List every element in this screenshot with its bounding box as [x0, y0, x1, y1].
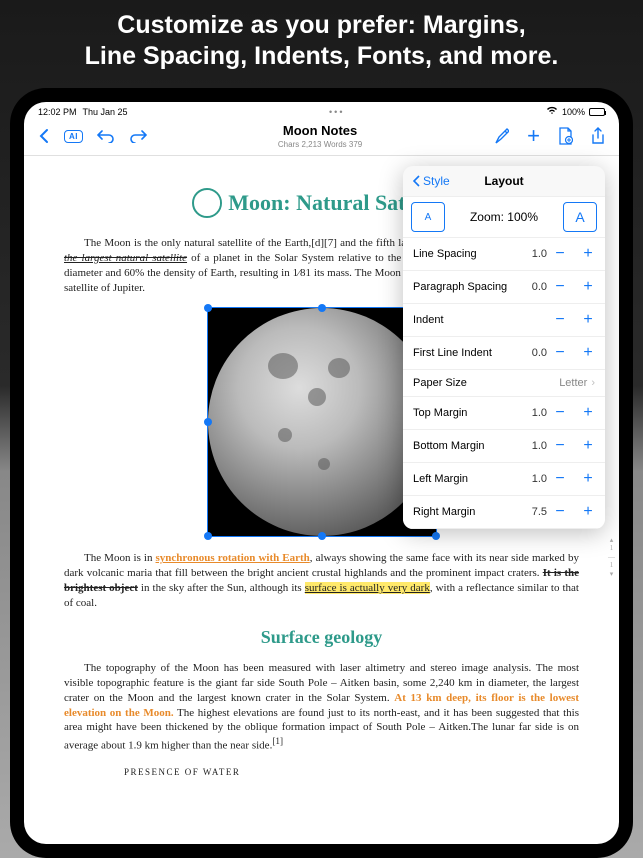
- increase-button[interactable]: +: [581, 404, 595, 422]
- zoom-out-button[interactable]: A: [411, 202, 445, 232]
- row-label: Paragraph Spacing: [413, 281, 519, 293]
- status-date: Thu Jan 25: [83, 107, 128, 117]
- moon-image-selection[interactable]: [207, 307, 437, 537]
- wifi-icon: [546, 106, 558, 117]
- document-stats: Chars 2,213 Words 379: [147, 140, 493, 149]
- increase-button[interactable]: +: [581, 344, 595, 362]
- resize-handle[interactable]: [204, 418, 212, 426]
- chevron-right-icon: ›: [591, 377, 595, 389]
- page-settings-button[interactable]: [558, 127, 573, 145]
- increase-button[interactable]: +: [581, 437, 595, 455]
- zoom-label: Zoom: 100%: [453, 210, 555, 224]
- toolbar: AI Moon Notes Chars 2,213 Words 379 +: [24, 119, 619, 156]
- ai-button[interactable]: AI: [64, 130, 83, 143]
- promo-line-1: Customize as you prefer: Margins,: [20, 10, 623, 41]
- highlighted-text: surface is actually very dark: [305, 582, 430, 594]
- link-text[interactable]: synchronous rotation with Earth: [156, 552, 310, 564]
- row-label: Indent: [413, 314, 519, 326]
- battery-icon: [589, 108, 605, 116]
- row-value: 1.0: [519, 473, 547, 485]
- resize-handle[interactable]: [432, 532, 440, 540]
- back-button[interactable]: [38, 128, 50, 144]
- margin-row: Top Margin1.0−+: [403, 397, 605, 430]
- multitask-dots[interactable]: •••: [329, 107, 344, 117]
- decrease-button[interactable]: −: [553, 245, 567, 263]
- battery-percent: 100%: [562, 107, 585, 117]
- section-caption: PRESENCE OF WATER: [64, 766, 579, 778]
- zoom-in-button[interactable]: A: [563, 202, 597, 232]
- document-title: Moon Notes: [147, 123, 493, 138]
- layout-row: Line Spacing1.0−+: [403, 238, 605, 271]
- resize-handle[interactable]: [204, 304, 212, 312]
- paper-size-row[interactable]: Paper Size Letter ›: [403, 370, 605, 397]
- share-button[interactable]: [591, 127, 605, 145]
- layout-row: Indent −+: [403, 304, 605, 337]
- decrease-button[interactable]: −: [553, 470, 567, 488]
- add-button[interactable]: +: [527, 123, 540, 149]
- row-value: 1.0: [519, 407, 547, 419]
- margin-row: Bottom Margin1.0−+: [403, 430, 605, 463]
- decrease-button[interactable]: −: [553, 503, 567, 521]
- row-label: Left Margin: [413, 473, 519, 485]
- row-value: 0.0: [519, 347, 547, 359]
- row-value: 1.0: [519, 440, 547, 452]
- paragraph-2: The Moon is in synchronous rotation with…: [64, 551, 579, 610]
- decrease-button[interactable]: −: [553, 404, 567, 422]
- resize-handle[interactable]: [204, 532, 212, 540]
- moon-image: [208, 308, 436, 536]
- undo-button[interactable]: [97, 129, 115, 143]
- increase-button[interactable]: +: [581, 470, 595, 488]
- row-label: Top Margin: [413, 407, 519, 419]
- layout-popover: Style Layout A Zoom: 100% A Line Spacing…: [403, 166, 605, 529]
- resize-handle[interactable]: [318, 304, 326, 312]
- margin-row: Right Margin7.5−+: [403, 496, 605, 529]
- ipad-frame: 12:02 PM Thu Jan 25 ••• 100% AI: [10, 88, 633, 858]
- increase-button[interactable]: +: [581, 311, 595, 329]
- row-value: 1.0: [519, 248, 547, 260]
- status-time: 12:02 PM: [38, 107, 77, 117]
- margin-row: Left Margin1.0−+: [403, 463, 605, 496]
- ipad-screen: 12:02 PM Thu Jan 25 ••• 100% AI: [24, 102, 619, 844]
- decrease-button[interactable]: −: [553, 437, 567, 455]
- decrease-button[interactable]: −: [553, 311, 567, 329]
- increase-button[interactable]: +: [581, 278, 595, 296]
- row-value: 7.5: [519, 506, 547, 518]
- decrease-button[interactable]: −: [553, 344, 567, 362]
- format-brush-button[interactable]: [493, 127, 509, 145]
- popover-back-button[interactable]: Style: [413, 174, 450, 188]
- heading-2: Surface geology: [64, 625, 579, 649]
- row-value: 0.0: [519, 281, 547, 293]
- page-indicator: ▴1—1▾: [608, 536, 615, 578]
- decrease-button[interactable]: −: [553, 278, 567, 296]
- layout-row: First Line Indent0.0−+: [403, 337, 605, 370]
- status-bar: 12:02 PM Thu Jan 25 ••• 100%: [24, 102, 619, 119]
- row-label: Bottom Margin: [413, 440, 519, 452]
- resize-handle[interactable]: [318, 532, 326, 540]
- crescent-moon-icon: [192, 188, 222, 218]
- redo-button[interactable]: [129, 129, 147, 143]
- row-label: Right Margin: [413, 506, 519, 518]
- row-label: Line Spacing: [413, 248, 519, 260]
- promo-banner: Customize as you prefer: Margins, Line S…: [0, 0, 643, 81]
- row-label: First Line Indent: [413, 347, 519, 359]
- promo-line-2: Line Spacing, Indents, Fonts, and more.: [20, 41, 623, 72]
- increase-button[interactable]: +: [581, 245, 595, 263]
- layout-row: Paragraph Spacing0.0−+: [403, 271, 605, 304]
- increase-button[interactable]: +: [581, 503, 595, 521]
- paragraph-3: The topography of the Moon has been meas…: [64, 661, 579, 754]
